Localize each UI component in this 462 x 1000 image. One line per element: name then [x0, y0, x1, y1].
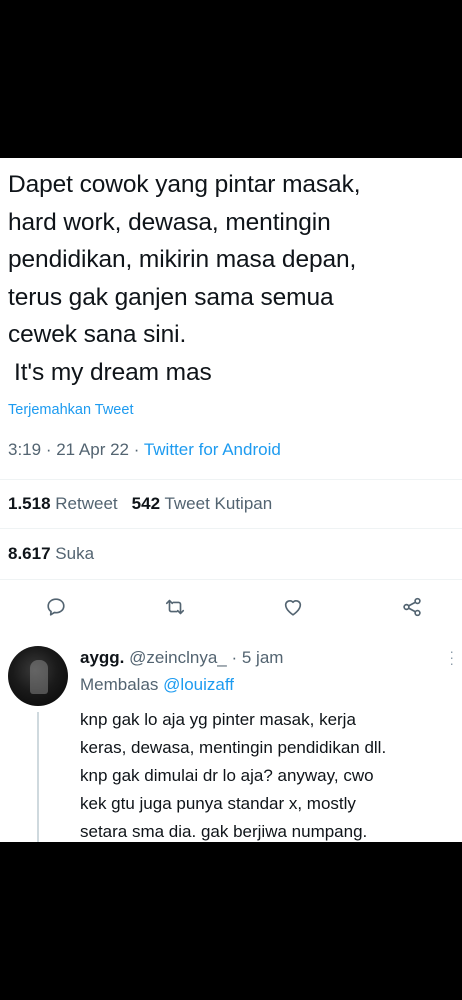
retweet-label: Retweet: [55, 494, 118, 513]
tweet-meta: 3:19 · 21 Apr 22 · Twitter for Android: [8, 440, 281, 460]
reply-author-name[interactable]: aygg.: [80, 648, 124, 667]
likes-link[interactable]: 8.617 Suka: [8, 544, 94, 564]
divider: [0, 479, 462, 480]
tweet-text-line: terus gak ganjen sama semua: [8, 283, 334, 311]
reply-text-line: setara sma dia. gak berjiwa numpang.: [80, 822, 368, 841]
reply-button[interactable]: [41, 592, 71, 622]
replying-to: Membalas @louizaff: [80, 675, 234, 695]
tweet-text-line: cewek sana sini.: [8, 321, 187, 348]
quotes-link[interactable]: 542 Tweet Kutipan: [132, 494, 273, 513]
reply-tweet[interactable]: aygg. @zeinclnya_ · 5 jam · · · Membalas @…: [0, 640, 462, 842]
share-icon: [403, 597, 421, 617]
translate-tweet-link[interactable]: Terjemahkan Tweet: [8, 402, 133, 418]
comment-icon: [47, 598, 65, 616]
tweet-actions: [0, 592, 462, 622]
reply-text-line: keras, dewasa, mentingin pendidikan dll.: [80, 738, 387, 757]
tweet-time[interactable]: 3:19: [8, 440, 41, 459]
divider: [0, 579, 462, 580]
retweet-count: 1.518: [8, 494, 51, 513]
retweets-link[interactable]: 1.518 Retweet: [8, 494, 118, 513]
reply-text-line: kek gtu juga punya standar x, mostly: [80, 794, 356, 813]
more-options-icon[interactable]: · · ·: [449, 644, 454, 670]
like-count: 8.617: [8, 544, 51, 563]
tweet-text-line: It's my dream mas: [14, 358, 212, 386]
quote-label: Tweet Kutipan: [164, 494, 273, 513]
reply-text-line: knp gak lo aja yg pinter masak, kerja: [80, 710, 356, 729]
tweet-text-line: pendidikan, mikirin masa depan,: [8, 246, 357, 273]
separator-dot: ·: [133, 440, 144, 459]
separator-dot: ·: [45, 440, 57, 459]
heart-icon: [284, 600, 302, 616]
reply-text: knp gak lo aja yg pinter masak, kerja ke…: [80, 706, 460, 842]
separator-dot: ·: [231, 648, 242, 667]
retweet-quote-stats: 1.518 Retweet 542 Tweet Kutipan: [8, 494, 272, 514]
avatar-figure: [30, 660, 48, 694]
tweet-card: Dapet cowok yang pintar masak, hard work…: [0, 158, 462, 842]
retweet-button[interactable]: [160, 592, 190, 622]
like-button[interactable]: [278, 592, 308, 622]
tweet-text-line: Dapet cowok yang pintar masak,: [8, 171, 361, 198]
reply-header: aygg. @zeinclnya_ · 5 jam: [80, 648, 283, 668]
tweet-date[interactable]: 21 Apr 22: [56, 440, 129, 459]
retweet-icon: [165, 599, 185, 615]
avatar[interactable]: [8, 646, 68, 706]
tweet-text-line: hard work, dewasa, mentingin: [8, 208, 331, 236]
like-label: Suka: [55, 544, 95, 563]
reply-text-line: knp gak dimulai dr lo aja? anyway, cwo: [80, 766, 374, 785]
tweet-text: Dapet cowok yang pintar masak, hard work…: [8, 166, 458, 391]
tweet-client[interactable]: Twitter for Android: [144, 440, 281, 459]
thread-line: [37, 712, 39, 842]
replying-label: Membalas: [80, 675, 159, 694]
reply-author-handle[interactable]: @zeinclnya_: [129, 648, 227, 667]
divider: [0, 528, 462, 529]
share-button[interactable]: [397, 592, 427, 622]
replying-to-mention[interactable]: @louizaff: [163, 675, 234, 694]
quote-count: 542: [131, 494, 161, 513]
reply-age[interactable]: 5 jam: [242, 648, 284, 667]
